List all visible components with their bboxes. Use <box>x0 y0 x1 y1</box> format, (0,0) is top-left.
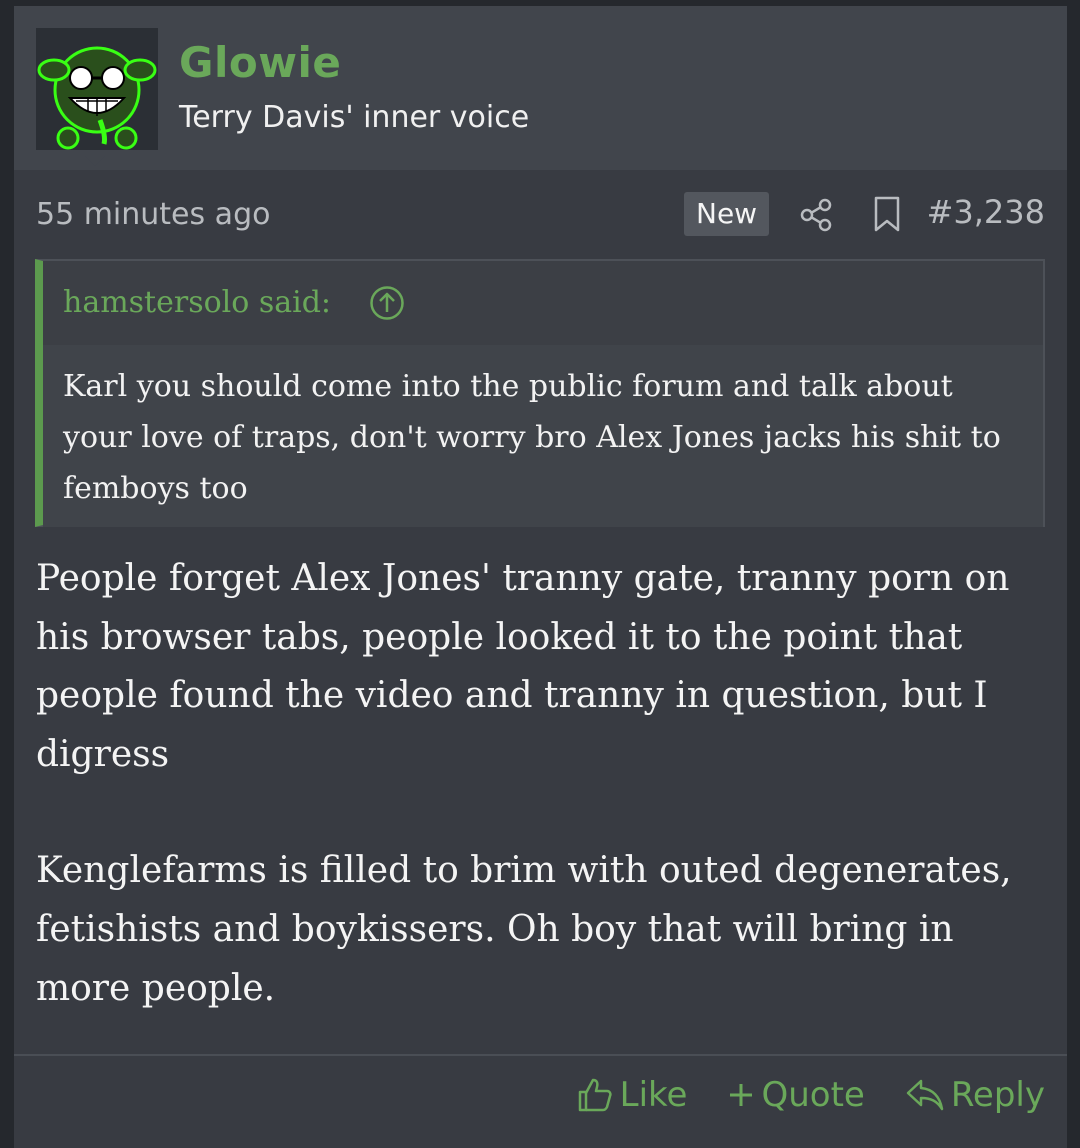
quote-header: hamstersolo said: <box>43 261 1043 345</box>
bookmark-icon[interactable] <box>872 196 902 232</box>
avatar[interactable] <box>36 28 158 150</box>
plus-icon <box>730 1084 753 1106</box>
thumbs-up-icon <box>578 1078 612 1112</box>
reply-button[interactable]: Reply <box>905 1075 1045 1115</box>
arrow-up-circle-icon[interactable] <box>369 285 405 321</box>
like-button[interactable]: Like <box>576 1075 688 1115</box>
message-paragraph: Kenglefarms is filled to brim with outed… <box>36 850 1012 1009</box>
footer-divider <box>14 1054 1067 1056</box>
user-header: Glowie Terry Davis' inner voice <box>14 6 1067 170</box>
post-container: Glowie Terry Davis' inner voice 55 minut… <box>14 6 1067 1148</box>
quoted-post: hamstersolo said: Karl you should come i… <box>35 259 1045 527</box>
new-badge: New <box>684 192 770 236</box>
quote-author-link[interactable]: hamstersolo said: <box>63 285 331 320</box>
like-label: Like <box>619 1075 688 1115</box>
post-message: People forget Alex Jones' tranny gate, t… <box>36 550 1046 1018</box>
post-number-link[interactable]: #3,238 <box>927 193 1045 231</box>
post-actions: Like Quote Reply <box>536 1072 1045 1118</box>
quote-body: Karl you should come into the public for… <box>43 345 1043 527</box>
message-paragraph: People forget Alex Jones' tranny gate, t… <box>36 558 1010 775</box>
user-title: Terry Davis' inner voice <box>179 100 530 135</box>
quote-button[interactable]: Quote <box>727 1075 865 1115</box>
post-timestamp[interactable]: 55 minutes ago <box>36 197 270 232</box>
quote-label: Quote <box>761 1075 865 1115</box>
reply-icon <box>906 1079 944 1111</box>
share-icon[interactable] <box>799 198 833 232</box>
reply-label: Reply <box>950 1075 1045 1115</box>
username[interactable]: Glowie <box>179 38 341 87</box>
avatar-pointer <box>85 156 105 166</box>
